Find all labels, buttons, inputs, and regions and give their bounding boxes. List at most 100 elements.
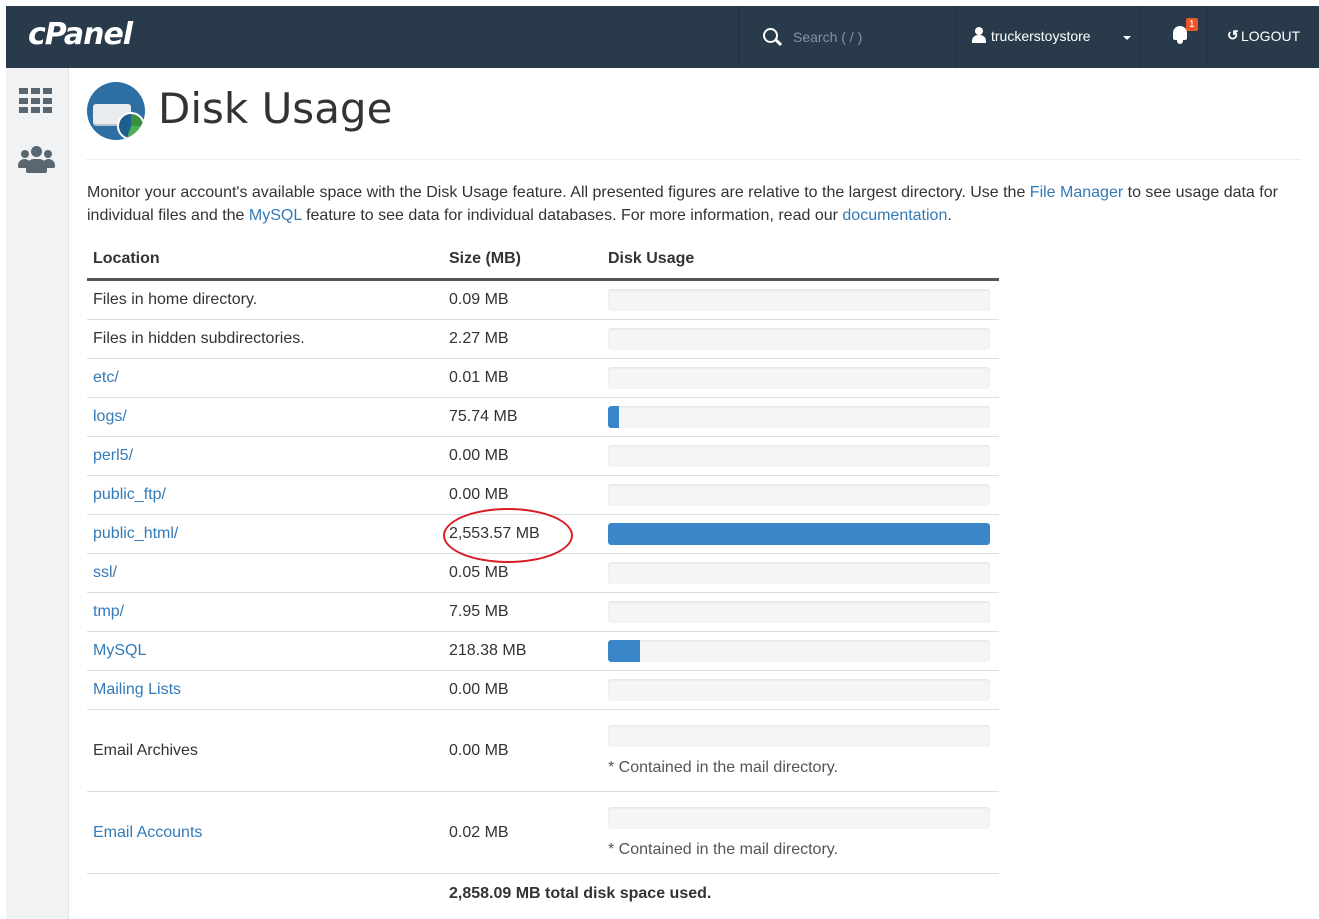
table-row: MySQL 218.38 MB — [87, 631, 999, 671]
usage-progress-bar — [608, 562, 990, 584]
location-label: Files in hidden subdirectories. — [93, 330, 305, 347]
usage-cell — [602, 553, 999, 593]
usage-cell — [602, 514, 999, 554]
table-row: perl5/0.00 MB — [87, 436, 999, 476]
users-icon[interactable] — [18, 146, 56, 178]
usage-progress-bar — [608, 601, 990, 623]
usage-progress-fill — [608, 640, 641, 662]
location-link[interactable]: public_html/ — [93, 525, 178, 542]
usage-progress-bar — [608, 806, 990, 829]
file-manager-link[interactable]: File Manager — [1030, 184, 1123, 201]
usage-progress-bar — [608, 679, 990, 701]
location-link[interactable]: ssl/ — [93, 564, 117, 581]
search-box[interactable] — [738, 6, 957, 68]
location-link[interactable]: public_ftp/ — [93, 486, 166, 503]
size-cell: 218.38 MB — [443, 631, 602, 671]
usage-cell — [602, 319, 999, 359]
size-cell: 0.01 MB — [443, 358, 602, 398]
size-cell: 0.00 MB — [443, 670, 602, 710]
app-frame: cPanel truckerstoystore 1 ↺ LOGOUT — [6, 6, 1319, 919]
location-link[interactable]: Email Accounts — [93, 824, 202, 841]
main-content: Disk Usage Monitor your account's availa… — [86, 68, 1301, 919]
usage-cell: * Contained in the mail directory. — [602, 791, 999, 874]
usage-note: * Contained in the mail directory. — [608, 840, 839, 858]
location-link[interactable]: etc/ — [93, 369, 119, 386]
location-cell: Files in hidden subdirectories. — [87, 319, 443, 359]
disk-usage-table: Location Size (MB) Disk Usage Files in h… — [87, 240, 999, 914]
usage-progress-bar — [608, 328, 990, 350]
usage-progress-bar — [608, 484, 990, 506]
size-cell: 7.95 MB — [443, 592, 602, 632]
intro-text-part: Monitor your account's available space w… — [87, 184, 1030, 201]
table-row: Files in home directory. 0.09 MB — [87, 279, 999, 320]
usage-progress-fill — [608, 406, 620, 428]
usage-progress-bar — [608, 640, 990, 662]
location-cell: public_ftp/ — [87, 475, 443, 515]
usage-cell: * Contained in the mail directory. — [602, 709, 999, 792]
search-icon — [763, 28, 778, 43]
usage-cell — [602, 397, 999, 437]
location-link[interactable]: Mailing Lists — [93, 681, 181, 698]
total-label: 2,858.09 MB total disk space used. — [449, 885, 712, 902]
location-cell: perl5/ — [87, 436, 443, 476]
grid-icon[interactable] — [19, 88, 53, 114]
disk-usage-icon — [87, 82, 145, 140]
title-divider — [86, 159, 1301, 160]
search-input[interactable] — [793, 26, 943, 48]
location-cell: tmp/ — [87, 592, 443, 632]
usage-cell — [602, 592, 999, 632]
intro-text-part: . — [947, 207, 952, 224]
usage-progress-bar — [608, 367, 990, 389]
usage-cell — [602, 631, 999, 671]
usage-progress-bar — [608, 523, 990, 545]
table-row: Mailing Lists 0.00 MB — [87, 670, 999, 710]
size-cell: 75.74 MB — [443, 397, 602, 437]
total-spacer — [87, 874, 443, 915]
logout-icon: ↺ — [1227, 27, 1239, 43]
documentation-link[interactable]: documentation — [842, 207, 947, 224]
table-row: ssl/0.05 MB — [87, 553, 999, 593]
location-cell: ssl/ — [87, 553, 443, 593]
logout-label: LOGOUT — [1241, 28, 1301, 44]
usage-cell — [602, 358, 999, 398]
user-menu[interactable]: truckerstoystore — [956, 6, 1140, 68]
table-row: logs/75.74 MB — [87, 397, 999, 437]
mysql-link[interactable]: MySQL — [249, 207, 302, 224]
intro-text: Monitor your account's available space w… — [87, 181, 1299, 227]
location-link[interactable]: perl5/ — [93, 447, 133, 464]
location-link[interactable]: logs/ — [93, 408, 127, 425]
location-cell: Mailing Lists — [87, 670, 443, 710]
usage-column-header: Disk Usage — [602, 240, 999, 281]
page-title: Disk Usage — [158, 84, 393, 133]
table-row: etc/0.01 MB — [87, 358, 999, 398]
location-link[interactable]: tmp/ — [93, 603, 124, 620]
usage-progress-bar — [608, 445, 990, 467]
location-cell: MySQL — [87, 631, 443, 671]
usage-progress-bar — [608, 724, 990, 747]
location-column-header[interactable]: Location — [87, 240, 443, 281]
table-row: public_ftp/0.00 MB — [87, 475, 999, 515]
sidebar — [6, 68, 69, 919]
size-cell: 0.09 MB — [443, 279, 602, 320]
location-cell: public_html/ — [87, 514, 443, 554]
location-cell: Email Archives — [87, 709, 443, 792]
table-header-row: Location Size (MB) Disk Usage — [87, 240, 999, 281]
notifications-button[interactable]: 1 — [1138, 6, 1207, 68]
usage-cell — [602, 475, 999, 515]
usage-progress-fill — [608, 523, 990, 545]
location-cell: etc/ — [87, 358, 443, 398]
username-label: truckerstoystore — [991, 28, 1091, 44]
size-column-header[interactable]: Size (MB) — [443, 240, 602, 281]
location-cell: logs/ — [87, 397, 443, 437]
logout-button[interactable]: ↺ LOGOUT — [1206, 6, 1319, 68]
table-row: Files in hidden subdirectories. 2.27 MB — [87, 319, 999, 359]
location-label: Email Archives — [93, 741, 198, 759]
usage-progress-bar — [608, 289, 990, 311]
table-row: tmp/7.95 MB — [87, 592, 999, 632]
usage-cell — [602, 279, 999, 320]
size-cell: 0.00 MB — [443, 709, 602, 792]
total-row: 2,858.09 MB total disk space used. — [87, 874, 999, 915]
table-body: Files in home directory. 0.09 MB Files in … — [87, 279, 999, 874]
cpanel-logo[interactable]: cPanel — [28, 17, 133, 52]
location-link[interactable]: MySQL — [93, 642, 146, 659]
